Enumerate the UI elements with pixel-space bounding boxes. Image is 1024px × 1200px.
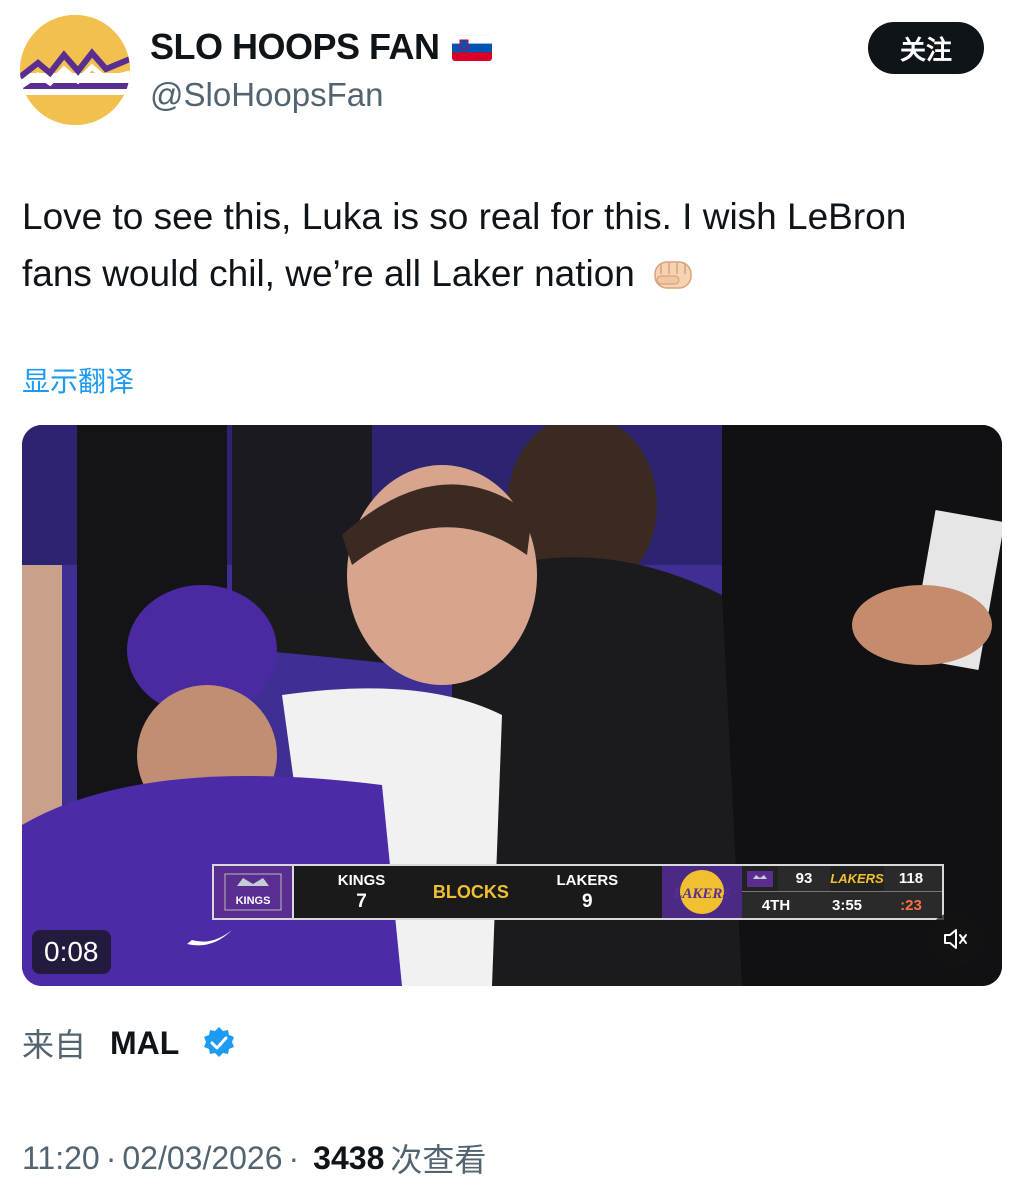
stat-team-right: LAKERS 9 (557, 872, 619, 913)
avatar-mountain-logo (20, 15, 130, 125)
media-source: 来自 MAL (22, 1020, 237, 1066)
scoreboard-overlay: KINGS KINGS 7 BLOCKS LAKERS 9 LAKERS 93 … (212, 864, 944, 920)
tweet-date[interactable]: 02/03/2026 (122, 1140, 282, 1177)
stat-team-left: KINGS 7 (338, 872, 386, 913)
lakers-score: 118 (898, 870, 924, 888)
follow-button[interactable]: 关注 (868, 22, 984, 74)
game-quarter: 4TH (761, 896, 791, 914)
display-name[interactable]: SLO HOOPS FAN (150, 26, 440, 68)
lakers-logo-text: LAKERS (672, 886, 731, 902)
kings-score: 93 (795, 870, 813, 888)
kings-mini-logo-icon (742, 866, 778, 892)
avatar[interactable] (20, 15, 130, 125)
lakers-logo-icon: LAKERS (662, 866, 742, 918)
view-count: 3438 (313, 1139, 385, 1176)
clock-row: 4TH 3:55 :23 (742, 892, 942, 918)
view-count-label: 次查看 (390, 1141, 487, 1179)
video-player[interactable]: KINGS KINGS 7 BLOCKS LAKERS 9 LAKERS 93 … (22, 425, 1002, 986)
game-clock: 3:55 (831, 896, 863, 914)
slovenia-flag-icon (451, 35, 492, 61)
fist-bump-icon (654, 261, 692, 289)
tweet-text: Love to see this, Luka is so real for th… (22, 188, 982, 302)
source-account-name[interactable]: MAL (110, 1025, 179, 1062)
display-name-row[interactable]: SLO HOOPS FAN (150, 26, 492, 68)
stat-team-left-name: KINGS (337, 871, 386, 889)
kings-logo-icon: KINGS (214, 866, 294, 918)
show-translation-link[interactable]: 显示翻译 (22, 360, 134, 400)
tweet-meta: 11:20 · 02/03/2026 · 3438 次查看 (22, 1135, 486, 1181)
stat-team-left-value: 7 (356, 890, 367, 912)
shot-clock: :23 (900, 896, 922, 914)
meta-separator-2: · (288, 1139, 300, 1176)
stat-team-right-name: LAKERS (556, 871, 619, 889)
video-timestamp: 0:08 (32, 930, 111, 974)
stat-comparison: KINGS 7 BLOCKS LAKERS 9 (294, 866, 662, 918)
tweet-time[interactable]: 11:20 (22, 1140, 100, 1177)
stat-label: BLOCKS (432, 881, 509, 902)
source-prefix: 来自 (22, 1026, 87, 1064)
muted-speaker-icon (944, 929, 967, 949)
score-row: 93 LAKERS 118 (742, 866, 942, 893)
mute-button[interactable] (928, 912, 982, 966)
lakers-mini-logo: LAKERS (830, 866, 884, 892)
tweet-body: Love to see this, Luka is so real for th… (22, 196, 907, 294)
meta-separator-1: · (105, 1139, 117, 1176)
user-handle[interactable]: @SloHoopsFan (150, 76, 383, 114)
kings-logo-text: KINGS (236, 895, 271, 907)
stat-team-right-value: 9 (582, 890, 593, 912)
game-score: 93 LAKERS 118 4TH 3:55 :23 (742, 866, 942, 918)
verified-badge-icon (204, 1027, 235, 1057)
